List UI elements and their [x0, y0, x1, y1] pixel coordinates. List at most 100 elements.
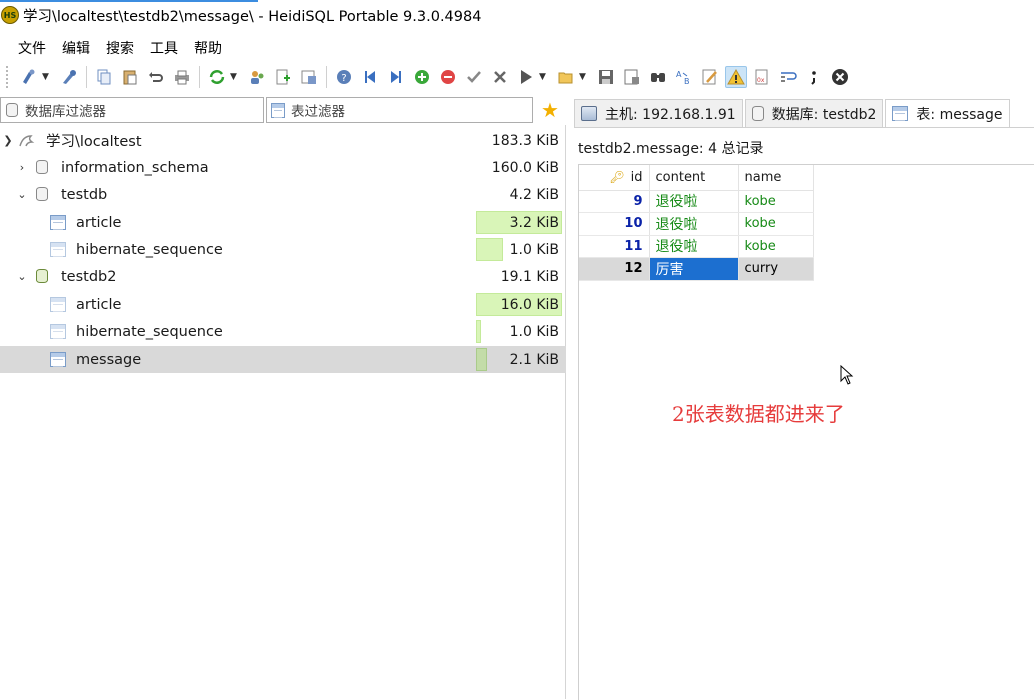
refresh-dropdown-arrow-icon[interactable]: ▼ [230, 72, 240, 82]
tree-node-information-schema[interactable]: › information_schema 160.0 KiB [0, 154, 566, 181]
toolbar-grip[interactable] [6, 66, 10, 88]
wrap-text-icon[interactable] [777, 66, 799, 88]
copy-icon[interactable] [93, 66, 115, 88]
save-snippet-icon[interactable] [621, 66, 643, 88]
favorites-star-icon[interactable]: ★ [536, 98, 564, 122]
export-icon[interactable] [298, 66, 320, 88]
table-row[interactable]: 11 退役啦 kobe [579, 235, 814, 258]
insert-row-icon[interactable] [411, 66, 433, 88]
database-icon [5, 103, 19, 117]
import-sql-icon[interactable] [272, 66, 294, 88]
menu-file[interactable]: 文件 [18, 38, 46, 58]
tree-label: testdb [61, 186, 108, 203]
find-icon[interactable] [647, 66, 669, 88]
tree-node-testdb2-hibernate-sequence[interactable]: hibernate_sequence 1.0 KiB [0, 318, 566, 345]
chevron-down-icon[interactable]: ⌄ [15, 270, 29, 284]
user-manager-icon[interactable] [246, 66, 268, 88]
hex-blob-icon[interactable]: 0x [751, 66, 773, 88]
menu-help[interactable]: 帮助 [194, 38, 222, 58]
paste-icon[interactable] [119, 66, 141, 88]
execute-query-icon[interactable] [515, 66, 537, 88]
table-filter-input[interactable]: 表过滤器 [266, 97, 533, 123]
tree-label: testdb2 [61, 268, 117, 285]
table-icon [50, 242, 66, 258]
stop-icon[interactable] [829, 66, 851, 88]
cell-id[interactable]: 10 [579, 212, 650, 236]
tree-node-testdb2[interactable]: ⌄ testdb2 19.1 KiB [0, 263, 566, 290]
tree-label: article [76, 296, 122, 313]
warning-filter-icon[interactable] [725, 66, 747, 88]
disconnect-icon[interactable] [58, 66, 80, 88]
menu-tools[interactable]: 工具 [150, 38, 178, 58]
cell-id[interactable]: 12 [579, 257, 650, 281]
cell-content-focused[interactable]: 厉害 [649, 257, 739, 281]
column-header-content[interactable]: content [649, 165, 739, 191]
table-row-selected[interactable]: 12 厉害 curry [579, 257, 814, 281]
cell-name[interactable]: kobe [738, 190, 814, 213]
cell-id[interactable]: 11 [579, 235, 650, 258]
delete-row-icon[interactable] [437, 66, 459, 88]
first-record-icon[interactable] [359, 66, 381, 88]
window-title: 学习\localtest\testdb2\message\ - HeidiSQL… [23, 8, 482, 25]
session-manager-icon[interactable] [18, 66, 40, 88]
cell-name[interactable]: kobe [738, 212, 814, 236]
database-filter-input[interactable]: 数据库过滤器 [0, 97, 264, 123]
tree-node-testdb2-message[interactable]: message 2.1 KiB [0, 346, 566, 373]
cell-name[interactable]: kobe [738, 235, 814, 258]
tab-database[interactable]: 数据库: testdb2 [744, 99, 884, 127]
tree-label: article [76, 214, 122, 231]
semicolon-icon[interactable] [803, 66, 825, 88]
print-icon[interactable] [171, 66, 193, 88]
table-row[interactable]: 9 退役啦 kobe [579, 190, 814, 213]
reformat-sql-icon[interactable] [699, 66, 721, 88]
size-bar [476, 238, 503, 261]
menu-bar: 文件 编辑 搜索 工具 帮助 [0, 36, 1034, 60]
refresh-icon[interactable] [206, 66, 228, 88]
tab-host[interactable]: 主机: 192.168.1.91 [574, 99, 743, 127]
record-count-label: testdb2.message: 4 总记录 [578, 141, 764, 157]
tree-size: 4.2 KiB [509, 186, 559, 203]
save-sql-icon[interactable] [595, 66, 617, 88]
replace-icon[interactable]: AB [673, 66, 695, 88]
menu-search[interactable]: 搜索 [106, 38, 134, 58]
last-record-icon[interactable] [385, 66, 407, 88]
data-grid[interactable]: 🔑︎ id content name 9 退役啦 kobe 10 退役啦 kobe [578, 164, 1034, 700]
menu-edit[interactable]: 编辑 [62, 38, 90, 58]
database-tree[interactable]: ❯ 学习\localtest 183.3 KiB › information_s… [0, 125, 566, 699]
table-row[interactable]: 10 退役啦 kobe [579, 212, 814, 236]
database-filter-placeholder: 数据库过滤器 [25, 104, 106, 120]
svg-text:0x: 0x [757, 77, 765, 84]
chevron-down-icon[interactable]: ❯ [1, 134, 15, 148]
tree-label: hibernate_sequence [76, 241, 223, 258]
tab-label: 数据库: testdb2 [771, 106, 877, 123]
tree-node-testdb2-article[interactable]: article 16.0 KiB [0, 291, 566, 318]
tab-table[interactable]: 表: message [885, 99, 1010, 127]
tree-node-testdb[interactable]: ⌄ testdb 4.2 KiB [0, 181, 566, 208]
help-icon[interactable]: ? [333, 66, 355, 88]
cell-id[interactable]: 9 [579, 190, 650, 213]
column-header-id[interactable]: 🔑︎ id [579, 165, 650, 191]
undo-icon[interactable] [145, 66, 167, 88]
open-sql-file-icon[interactable] [555, 66, 577, 88]
cell-content[interactable]: 退役啦 [649, 235, 739, 258]
tree-node-testdb-article[interactable]: article 3.2 KiB [0, 209, 566, 236]
session-dropdown-arrow-icon[interactable]: ▼ [42, 72, 52, 82]
database-icon [36, 160, 52, 176]
column-header-name[interactable]: name [738, 165, 814, 191]
cancel-changes-icon[interactable] [489, 66, 511, 88]
tree-node-testdb-hibernate-sequence[interactable]: hibernate_sequence 1.0 KiB [0, 236, 566, 263]
post-changes-icon[interactable] [463, 66, 485, 88]
chevron-right-icon[interactable]: › [15, 161, 29, 175]
table-icon [50, 324, 66, 340]
chevron-down-icon[interactable]: ⌄ [15, 188, 29, 202]
host-icon [581, 106, 597, 121]
tree-label: hibernate_sequence [76, 323, 223, 340]
tree-node-server[interactable]: ❯ 学习\localtest 183.3 KiB [0, 127, 566, 154]
cell-content[interactable]: 退役啦 [649, 190, 739, 213]
cell-name[interactable]: curry [738, 257, 814, 281]
execute-dropdown-arrow-icon[interactable]: ▼ [539, 72, 549, 82]
tree-size: 16.0 KiB [500, 296, 559, 313]
cell-content[interactable]: 退役啦 [649, 212, 739, 236]
open-file-dropdown-arrow-icon[interactable]: ▼ [579, 72, 589, 82]
size-bar [476, 320, 481, 343]
